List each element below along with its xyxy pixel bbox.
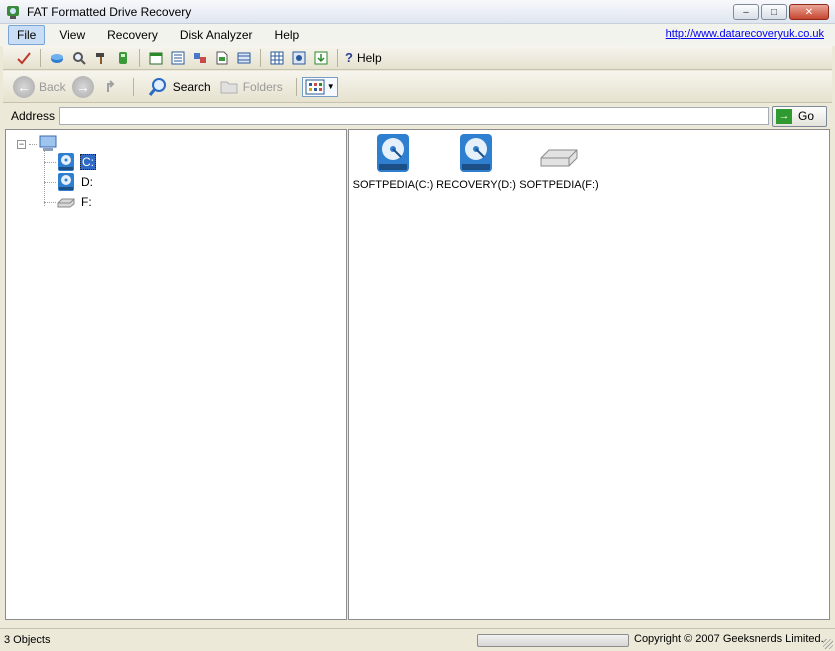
hard-drive-icon [58, 173, 74, 191]
copyright-text: Copyright © 2007 Geeksnerds Limited. [634, 633, 824, 645]
checkmark-icon[interactable] [16, 50, 32, 66]
help-icon: ? [345, 50, 353, 65]
tree-item-label: D: [81, 175, 93, 189]
tree-root[interactable]: − [17, 134, 59, 154]
progress-bar [477, 634, 629, 647]
back-arrow-icon: ← [13, 75, 35, 98]
calendar-icon[interactable] [148, 50, 164, 66]
window-title: FAT Formatted Drive Recovery [27, 4, 192, 19]
back-label: Back [39, 79, 66, 94]
navigation-toolbar: ← Back → Search Folders ▼ [3, 71, 832, 103]
toolbar-divider [40, 48, 41, 67]
properties-icon[interactable] [192, 50, 208, 66]
removable-drive-icon [57, 198, 75, 208]
minimize-button[interactable]: – [733, 4, 759, 20]
computer-icon [39, 135, 57, 151]
search-button[interactable]: Search [147, 76, 211, 98]
removable-drive-icon [540, 149, 578, 167]
tree-item-d[interactable]: D: [44, 172, 94, 192]
view-grid-icon [305, 79, 325, 94]
menu-disk-analyzer[interactable]: Disk Analyzer [172, 26, 261, 44]
file-item-softpedia-c[interactable]: SOFTPEDIA(C:) [350, 132, 436, 191]
tree-item-label: C: [80, 154, 96, 170]
go-label: Go [798, 109, 815, 123]
hard-drive-icon [460, 134, 492, 172]
folder-icon [220, 81, 238, 93]
help-label: Help [356, 50, 382, 65]
maximize-button[interactable]: □ [761, 4, 787, 20]
menu-help[interactable]: Help [267, 26, 308, 44]
tree-connector [44, 181, 56, 183]
help-button[interactable]: ? Help [345, 50, 382, 65]
object-count: 3 Objects [4, 634, 51, 646]
window-controls: – □ ✕ [733, 4, 829, 20]
collapse-icon[interactable]: − [17, 139, 26, 149]
file-item-label: RECOVERY(D:) [436, 179, 516, 191]
menu-recovery[interactable]: Recovery [99, 26, 166, 44]
file-item-label: SOFTPEDIA(C:) [352, 179, 434, 191]
toolbar-divider [337, 48, 338, 67]
tree-item-label: F: [81, 195, 92, 209]
file-list-pane[interactable]: SOFTPEDIA(C:) RECOVERY(D:) SOFTPEDIA(F:) [348, 129, 830, 620]
tree-connector [29, 143, 37, 145]
drive-tree-pane[interactable]: − C: D: F: [5, 129, 347, 620]
search-files-icon[interactable] [71, 50, 87, 66]
toolbar-divider [295, 77, 297, 96]
forward-arrow-icon: → [71, 75, 94, 98]
list-icon[interactable] [170, 50, 186, 66]
main-toolbar: ? Help [3, 46, 832, 70]
back-button[interactable]: ← Back [13, 75, 66, 98]
toolbar-divider [139, 48, 140, 67]
toolbar-divider [132, 77, 134, 96]
hard-drive-icon [377, 134, 409, 172]
folders-label: Folders [242, 79, 283, 94]
up-folder-icon [106, 79, 115, 92]
views-button[interactable]: ▼ [301, 76, 338, 97]
forward-button[interactable]: → [71, 75, 98, 98]
document-icon[interactable] [214, 50, 230, 66]
menu-view[interactable]: View [51, 26, 93, 44]
address-bar: Address → Go [3, 104, 832, 128]
hard-drive-icon [58, 153, 74, 171]
file-item-softpedia-f[interactable]: SOFTPEDIA(F:) [516, 132, 602, 191]
menu-bar: File View Recovery Disk Analyzer Help ht… [0, 24, 835, 46]
search-icon [148, 77, 166, 96]
folders-button[interactable]: Folders [219, 78, 283, 96]
go-arrow-icon: → [776, 108, 792, 124]
file-item-label: SOFTPEDIA(F:) [519, 179, 599, 191]
recover-icon[interactable] [49, 50, 65, 66]
chevron-down-icon: ▼ [326, 82, 335, 91]
address-label: Address [11, 109, 56, 123]
menu-file[interactable]: File [8, 25, 46, 45]
tree-item-c[interactable]: C: [44, 152, 96, 172]
export-icon[interactable] [313, 50, 329, 66]
title-bar[interactable]: FAT Formatted Drive Recovery – □ ✕ [0, 0, 835, 24]
app-icon [7, 5, 19, 19]
save-icon[interactable] [115, 50, 131, 66]
filmstrip-icon[interactable] [236, 50, 252, 66]
status-bar: 3 Objects Copyright © 2007 Geeksnerds Li… [0, 628, 835, 651]
close-button[interactable]: ✕ [789, 4, 829, 20]
search-label: Search [172, 79, 211, 94]
grid-icon[interactable] [269, 50, 285, 66]
go-button[interactable]: → Go [772, 105, 827, 127]
website-link[interactable]: http://www.datarecoveryuk.co.uk [666, 28, 824, 40]
resize-grip-icon[interactable] [823, 639, 833, 649]
tree-connector [44, 201, 56, 203]
tree-item-f[interactable]: F: [44, 192, 93, 212]
file-item-recovery-d[interactable]: RECOVERY(D:) [433, 132, 519, 191]
tree-connector [44, 161, 56, 163]
disk-icon[interactable] [291, 50, 307, 66]
up-button[interactable] [104, 78, 122, 96]
toolbar-divider [260, 48, 261, 67]
address-input[interactable] [59, 107, 769, 125]
hammer-icon[interactable] [93, 50, 109, 66]
